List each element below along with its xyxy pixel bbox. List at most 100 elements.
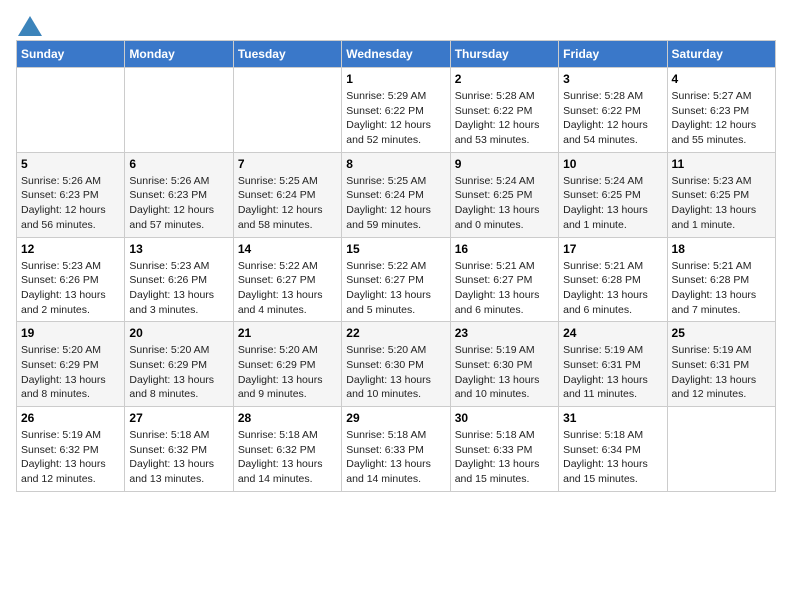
calendar-week-row: 1 Sunrise: 5:29 AM Sunset: 6:22 PM Daylig… — [17, 68, 776, 153]
day-number: 2 — [455, 72, 554, 86]
day-number: 6 — [129, 157, 228, 171]
day-info: Sunrise: 5:24 AM Sunset: 6:25 PM Dayligh… — [455, 174, 554, 233]
day-info: Sunrise: 5:25 AM Sunset: 6:24 PM Dayligh… — [238, 174, 337, 233]
calendar-cell: 29Sunrise: 5:18 AM Sunset: 6:33 PM Dayli… — [342, 407, 450, 492]
day-number: 31 — [563, 411, 662, 425]
day-info: Sunrise: 5:20 AM Sunset: 6:29 PM Dayligh… — [21, 343, 120, 402]
day-info: Sunrise: 5:23 AM Sunset: 6:26 PM Dayligh… — [21, 259, 120, 318]
day-info: Sunrise: 5:25 AM Sunset: 6:24 PM Dayligh… — [346, 174, 445, 233]
day-number: 18 — [672, 242, 771, 256]
calendar-cell: 16 Sunrise: 5:21 AM Sunset: 6:27 PM Dayli… — [450, 237, 558, 322]
day-number: 1 — [346, 72, 445, 86]
day-info: Sunrise: 5:29 AM Sunset: 6:22 PM Dayligh… — [346, 89, 445, 148]
day-info: Sunrise: 5:20 AM Sunset: 6:29 PM Dayligh… — [238, 343, 337, 402]
day-info: Sunrise: 5:26 AM Sunset: 6:23 PM Dayligh… — [21, 174, 120, 233]
day-info: Sunrise: 5:21 AM Sunset: 6:28 PM Dayligh… — [563, 259, 662, 318]
calendar-cell: 6 Sunrise: 5:26 AM Sunset: 6:23 PM Daylig… — [125, 152, 233, 237]
calendar-cell: 24Sunrise: 5:19 AM Sunset: 6:31 PM Dayli… — [559, 322, 667, 407]
calendar-cell: 1 Sunrise: 5:29 AM Sunset: 6:22 PM Daylig… — [342, 68, 450, 153]
calendar-cell: 12 Sunrise: 5:23 AM Sunset: 6:26 PM Dayli… — [17, 237, 125, 322]
day-number: 19 — [21, 326, 120, 340]
day-number: 13 — [129, 242, 228, 256]
day-info: Sunrise: 5:28 AM Sunset: 6:22 PM Dayligh… — [455, 89, 554, 148]
calendar-cell — [125, 68, 233, 153]
calendar-cell: 2 Sunrise: 5:28 AM Sunset: 6:22 PM Daylig… — [450, 68, 558, 153]
dow-header: Wednesday — [342, 41, 450, 68]
day-info: Sunrise: 5:22 AM Sunset: 6:27 PM Dayligh… — [238, 259, 337, 318]
day-number: 8 — [346, 157, 445, 171]
day-number: 5 — [21, 157, 120, 171]
calendar-cell: 30 Sunrise: 5:18 AM Sunset: 6:33 PM Dayli… — [450, 407, 558, 492]
day-info: Sunrise: 5:18 AM Sunset: 6:33 PM Dayligh… — [346, 428, 445, 487]
page-header — [16, 16, 776, 32]
day-info: Sunrise: 5:19 AM Sunset: 6:31 PM Dayligh… — [672, 343, 771, 402]
calendar-cell: 10 Sunrise: 5:24 AM Sunset: 6:25 PM Dayli… — [559, 152, 667, 237]
calendar-cell: 20 Sunrise: 5:20 AM Sunset: 6:29 PM Dayli… — [125, 322, 233, 407]
day-number: 16 — [455, 242, 554, 256]
day-number: 10 — [563, 157, 662, 171]
calendar-cell: 27 Sunrise: 5:18 AM Sunset: 6:32 PM Dayli… — [125, 407, 233, 492]
calendar-cell: 22 Sunrise: 5:20 AM Sunset: 6:30 PM Dayli… — [342, 322, 450, 407]
dow-header: Monday — [125, 41, 233, 68]
day-info: Sunrise: 5:21 AM Sunset: 6:28 PM Dayligh… — [672, 259, 771, 318]
day-number: 15 — [346, 242, 445, 256]
calendar-cell — [233, 68, 341, 153]
day-info: Sunrise: 5:20 AM Sunset: 6:29 PM Dayligh… — [129, 343, 228, 402]
day-info: Sunrise: 5:18 AM Sunset: 6:32 PM Dayligh… — [129, 428, 228, 487]
logo — [16, 16, 42, 32]
day-info: Sunrise: 5:26 AM Sunset: 6:23 PM Dayligh… — [129, 174, 228, 233]
day-number: 22 — [346, 326, 445, 340]
day-info: Sunrise: 5:21 AM Sunset: 6:27 PM Dayligh… — [455, 259, 554, 318]
day-number: 30 — [455, 411, 554, 425]
day-number: 20 — [129, 326, 228, 340]
day-number: 12 — [21, 242, 120, 256]
day-info: Sunrise: 5:23 AM Sunset: 6:26 PM Dayligh… — [129, 259, 228, 318]
dow-header: Thursday — [450, 41, 558, 68]
calendar-cell: 13 Sunrise: 5:23 AM Sunset: 6:26 PM Dayli… — [125, 237, 233, 322]
calendar-cell: 21 Sunrise: 5:20 AM Sunset: 6:29 PM Dayli… — [233, 322, 341, 407]
day-info: Sunrise: 5:28 AM Sunset: 6:22 PM Dayligh… — [563, 89, 662, 148]
day-number: 25 — [672, 326, 771, 340]
days-of-week-row: SundayMondayTuesdayWednesdayThursdayFrid… — [17, 41, 776, 68]
calendar-cell: 3Sunrise: 5:28 AM Sunset: 6:22 PM Daylig… — [559, 68, 667, 153]
day-info: Sunrise: 5:27 AM Sunset: 6:23 PM Dayligh… — [672, 89, 771, 148]
calendar-cell: 14Sunrise: 5:22 AM Sunset: 6:27 PM Dayli… — [233, 237, 341, 322]
calendar-week-row: 12 Sunrise: 5:23 AM Sunset: 6:26 PM Dayli… — [17, 237, 776, 322]
dow-header: Sunday — [17, 41, 125, 68]
day-info: Sunrise: 5:19 AM Sunset: 6:30 PM Dayligh… — [455, 343, 554, 402]
day-number: 24 — [563, 326, 662, 340]
day-info: Sunrise: 5:18 AM Sunset: 6:33 PM Dayligh… — [455, 428, 554, 487]
calendar-cell: 4 Sunrise: 5:27 AM Sunset: 6:23 PM Daylig… — [667, 68, 775, 153]
day-info: Sunrise: 5:20 AM Sunset: 6:30 PM Dayligh… — [346, 343, 445, 402]
calendar-cell: 28Sunrise: 5:18 AM Sunset: 6:32 PM Dayli… — [233, 407, 341, 492]
calendar-cell: 5 Sunrise: 5:26 AM Sunset: 6:23 PM Daylig… — [17, 152, 125, 237]
dow-header: Tuesday — [233, 41, 341, 68]
day-number: 17 — [563, 242, 662, 256]
calendar-cell: 9Sunrise: 5:24 AM Sunset: 6:25 PM Daylig… — [450, 152, 558, 237]
calendar-week-row: 19 Sunrise: 5:20 AM Sunset: 6:29 PM Dayli… — [17, 322, 776, 407]
day-number: 23 — [455, 326, 554, 340]
calendar-cell — [667, 407, 775, 492]
day-number: 7 — [238, 157, 337, 171]
day-number: 4 — [672, 72, 771, 86]
day-info: Sunrise: 5:19 AM Sunset: 6:32 PM Dayligh… — [21, 428, 120, 487]
dow-header: Friday — [559, 41, 667, 68]
calendar-cell: 7 Sunrise: 5:25 AM Sunset: 6:24 PM Daylig… — [233, 152, 341, 237]
day-info: Sunrise: 5:23 AM Sunset: 6:25 PM Dayligh… — [672, 174, 771, 233]
calendar-cell: 18 Sunrise: 5:21 AM Sunset: 6:28 PM Dayli… — [667, 237, 775, 322]
logo-icon — [18, 16, 42, 36]
calendar-cell: 26 Sunrise: 5:19 AM Sunset: 6:32 PM Dayli… — [17, 407, 125, 492]
day-info: Sunrise: 5:22 AM Sunset: 6:27 PM Dayligh… — [346, 259, 445, 318]
calendar-cell: 15 Sunrise: 5:22 AM Sunset: 6:27 PM Dayli… — [342, 237, 450, 322]
day-info: Sunrise: 5:18 AM Sunset: 6:34 PM Dayligh… — [563, 428, 662, 487]
calendar-cell: 11 Sunrise: 5:23 AM Sunset: 6:25 PM Dayli… — [667, 152, 775, 237]
day-number: 26 — [21, 411, 120, 425]
day-number: 11 — [672, 157, 771, 171]
day-number: 27 — [129, 411, 228, 425]
day-info: Sunrise: 5:24 AM Sunset: 6:25 PM Dayligh… — [563, 174, 662, 233]
dow-header: Saturday — [667, 41, 775, 68]
calendar-body: 1 Sunrise: 5:29 AM Sunset: 6:22 PM Daylig… — [17, 68, 776, 492]
calendar-week-row: 26 Sunrise: 5:19 AM Sunset: 6:32 PM Dayli… — [17, 407, 776, 492]
day-number: 21 — [238, 326, 337, 340]
calendar-cell: 19 Sunrise: 5:20 AM Sunset: 6:29 PM Dayli… — [17, 322, 125, 407]
